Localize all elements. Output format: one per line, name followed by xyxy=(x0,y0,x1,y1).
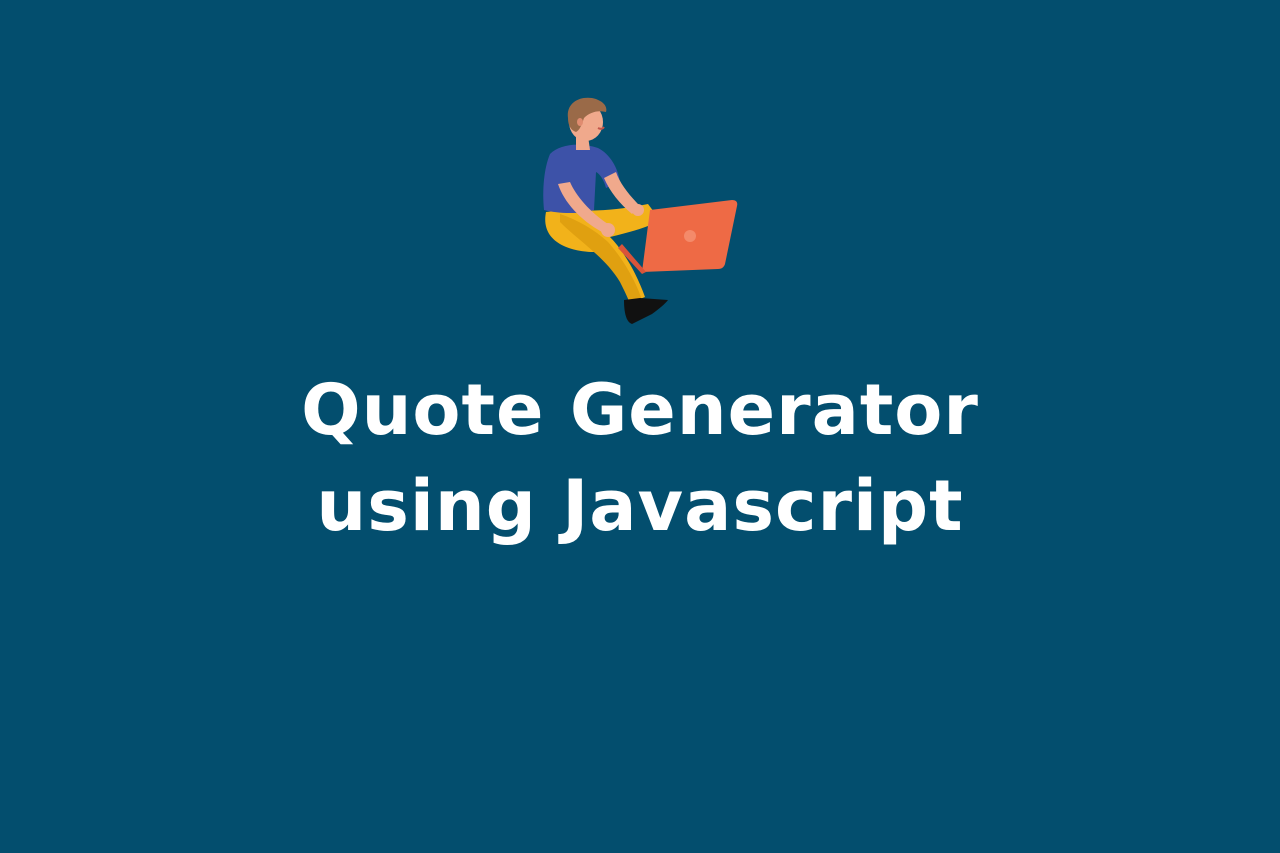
banner-canvas: Quote Generator using Javascript xyxy=(0,0,1280,853)
title-line-2: using Javascript xyxy=(316,465,964,547)
title-block: Quote Generator using Javascript xyxy=(0,362,1280,554)
title-line-1: Quote Generator xyxy=(301,369,979,451)
person-with-laptop-icon xyxy=(543,97,738,324)
